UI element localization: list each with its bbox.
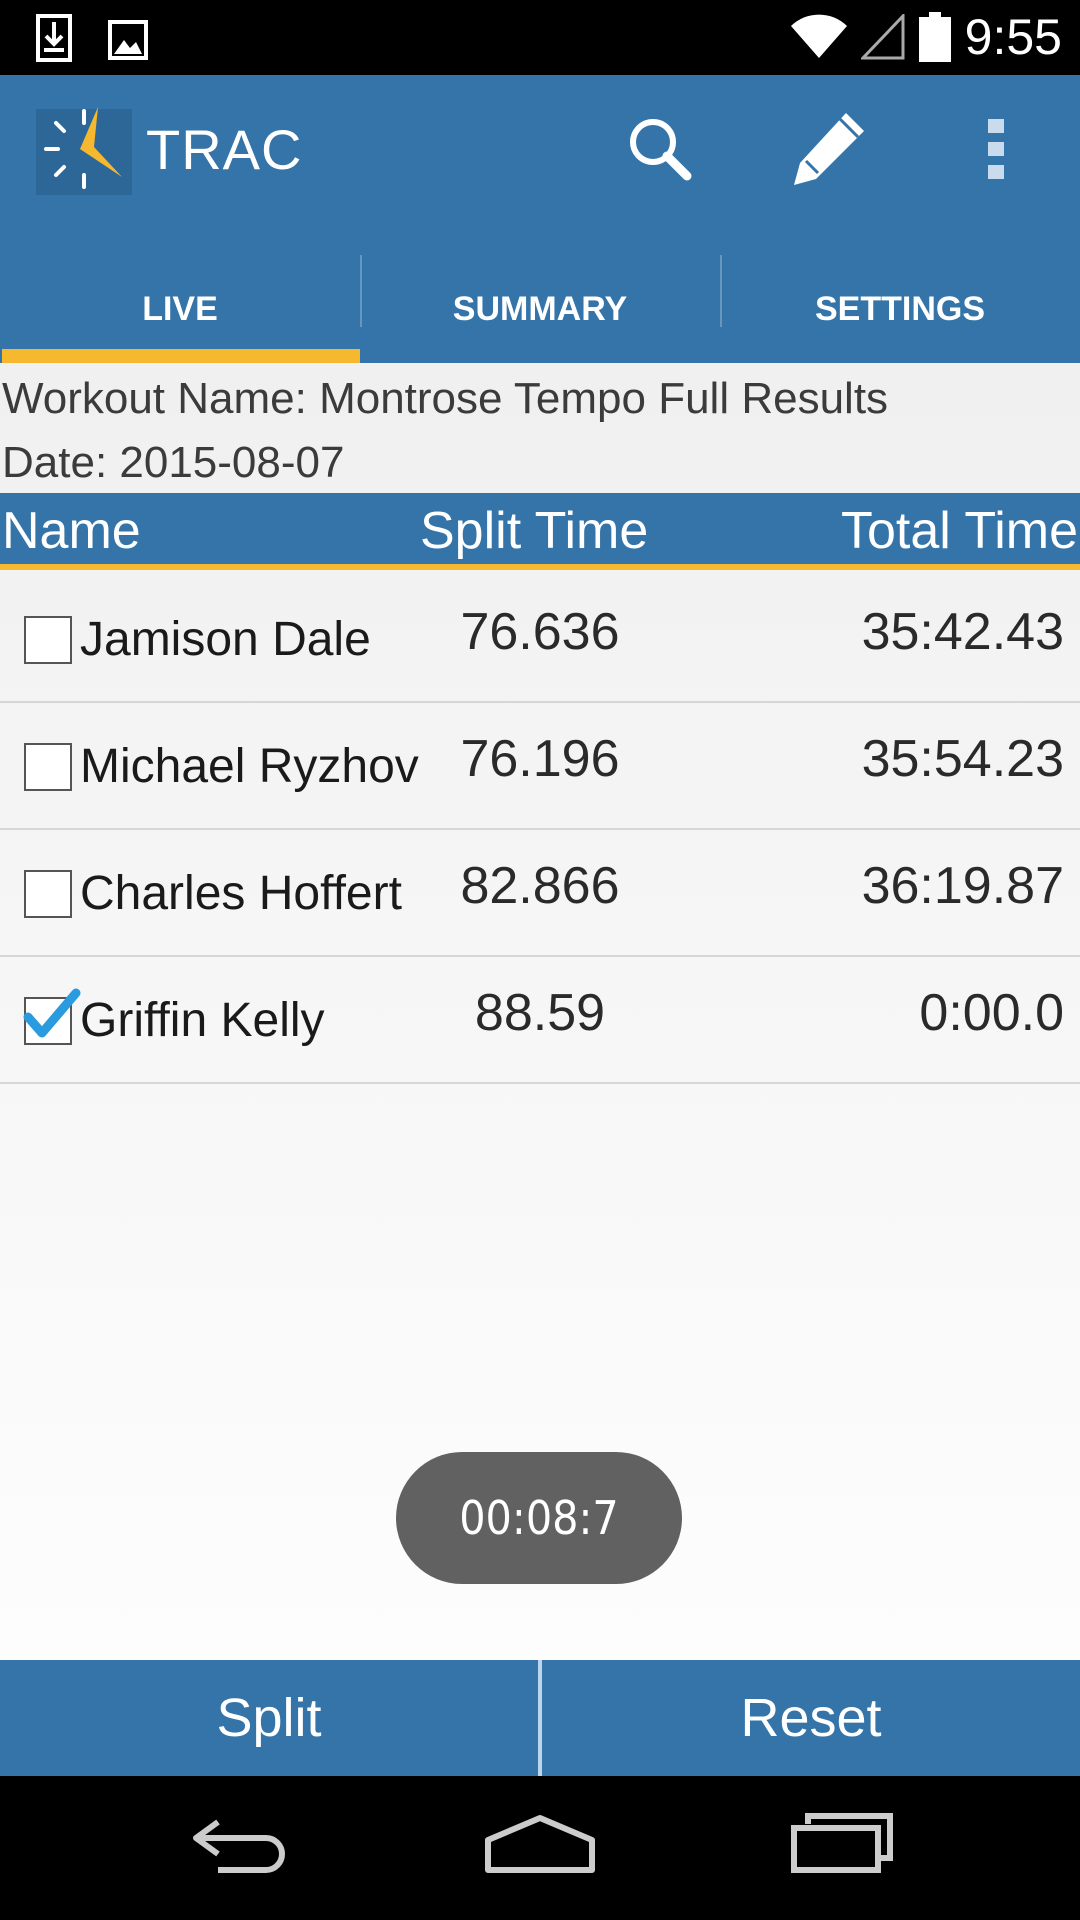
table-row[interactable]: Griffin Kelly 88.59 0:00.0 [0, 957, 1080, 1084]
wifi-icon [790, 14, 847, 59]
table-row[interactable]: Jamison Dale 76.636 35:42.43 [0, 576, 1080, 703]
tab-settings[interactable]: SETTINGS [720, 255, 1080, 363]
split-time: 76.636 [460, 603, 620, 661]
tab-live[interactable]: LIVE [0, 255, 360, 363]
split-time: 82.866 [460, 857, 620, 915]
battery-icon [918, 12, 951, 62]
split-time: 76.196 [460, 730, 620, 788]
row-checkbox[interactable] [24, 743, 72, 791]
total-time: 35:42.43 [861, 603, 1064, 661]
recent-apps-icon[interactable] [790, 1812, 894, 1876]
runner-name: Michael Ryzhov [80, 740, 419, 793]
tab-label: SUMMARY [452, 289, 628, 328]
column-header-total: Total Time [841, 502, 1078, 560]
live-content: Workout Name: Montrose Tempo Full Result… [0, 363, 1080, 1660]
tab-label: SETTINGS [814, 289, 986, 328]
clock: 9:55 [964, 9, 1062, 65]
workout-date: Date: 2015-08-07 [2, 438, 345, 487]
table-header: Name Split Time Total Time [0, 493, 1080, 570]
runner-name: Griffin Kelly [80, 994, 325, 1047]
tab-summary[interactable]: SUMMARY [360, 255, 720, 363]
pencil-icon [794, 113, 864, 185]
table-row[interactable]: Charles Hoffert 82.866 36:19.87 [0, 830, 1080, 957]
reset-button[interactable]: Reset [542, 1660, 1080, 1776]
tab-label: LIVE [142, 289, 218, 328]
status-bar: 9:55 [0, 0, 1080, 75]
workout-name: Workout Name: Montrose Tempo Full Result… [2, 374, 889, 423]
runner-name: Jamison Dale [80, 613, 371, 666]
search-button[interactable] [618, 107, 702, 191]
elapsed-timer: 00:08:7 [396, 1452, 682, 1584]
runner-name: Charles Hoffert [80, 867, 402, 920]
row-checkbox[interactable] [24, 616, 72, 664]
split-button[interactable]: Split [0, 1660, 538, 1776]
workout-info: Workout Name: Montrose Tempo Full Result… [0, 363, 1080, 495]
column-header-name: Name [2, 502, 141, 560]
tab-bar: LIVE SUMMARY SETTINGS [0, 255, 1080, 363]
more-vertical-icon [988, 119, 1004, 179]
table-row[interactable]: Michael Ryzhov 76.196 35:54.23 [0, 703, 1080, 830]
home-icon[interactable] [484, 1812, 596, 1876]
app-bar: TRAC [0, 75, 1080, 255]
checkmark-icon [23, 988, 81, 1038]
total-time: 36:19.87 [861, 857, 1064, 915]
action-bar: Split Reset [0, 1660, 1080, 1776]
image-notification-icon [108, 20, 148, 60]
navigation-bar [0, 1776, 1080, 1920]
cell-signal-icon [860, 14, 905, 60]
total-time: 35:54.23 [861, 730, 1064, 788]
row-checkbox[interactable] [24, 870, 72, 918]
split-time: 88.59 [474, 984, 606, 1042]
app-title: TRAC [146, 118, 303, 181]
overflow-menu-button[interactable] [954, 107, 1038, 191]
search-icon [630, 119, 692, 181]
row-checkbox-checked[interactable] [23, 988, 81, 1045]
back-icon[interactable] [188, 1812, 292, 1876]
edit-button[interactable] [786, 107, 870, 191]
download-notification-icon [36, 14, 72, 62]
trac-logo-icon [36, 107, 132, 195]
total-time: 0:00.0 [919, 984, 1064, 1042]
column-header-split: Split Time [420, 502, 649, 560]
